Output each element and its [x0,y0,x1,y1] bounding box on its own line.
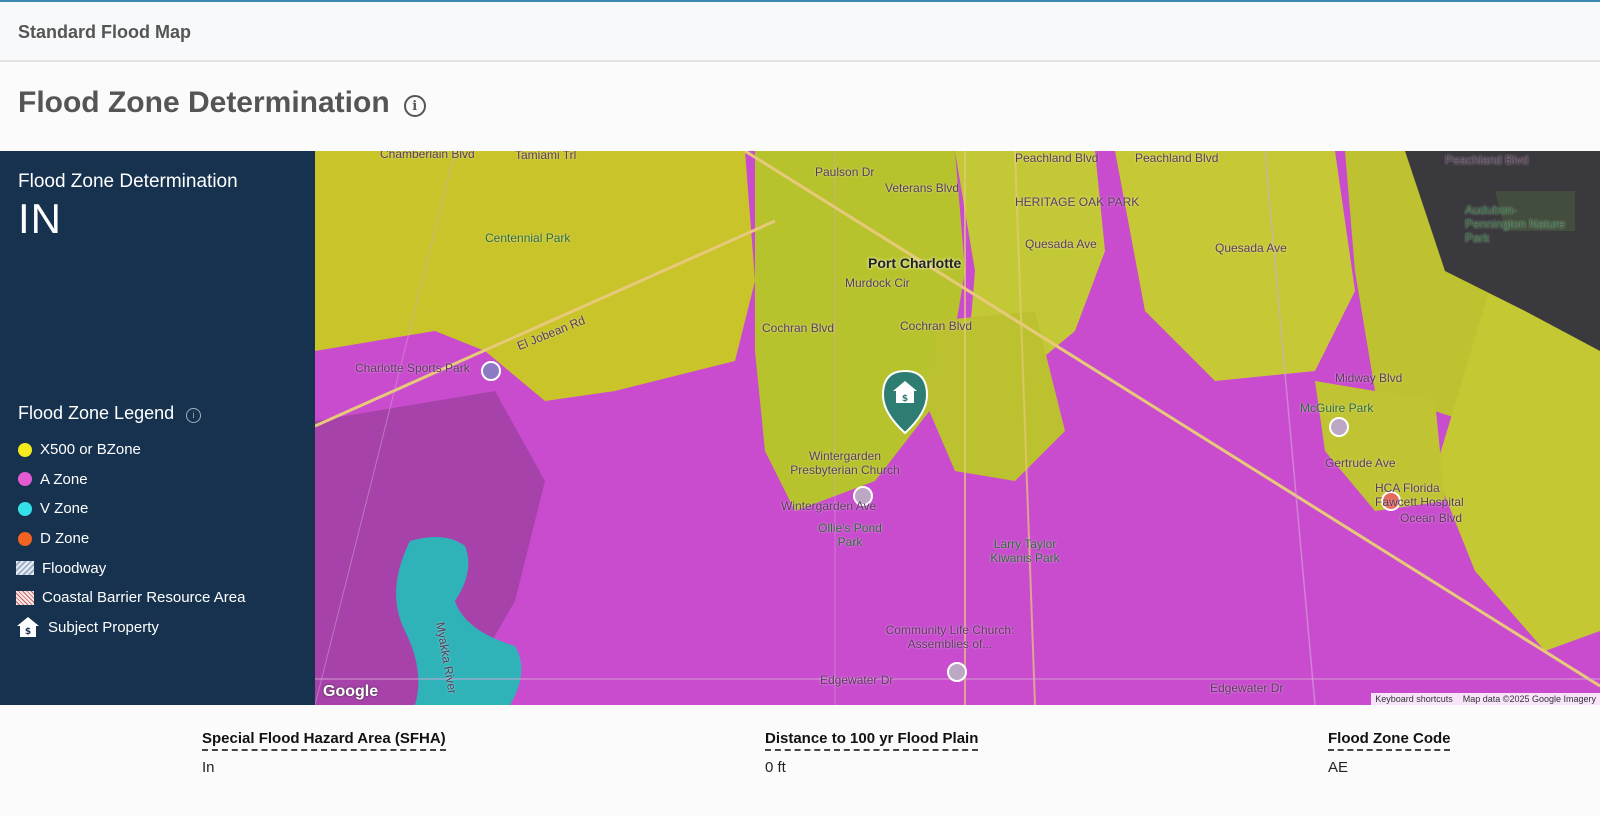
zone-code-label[interactable]: Flood Zone Code [1328,730,1451,751]
map-label: HERITAGE OAK PARK [1015,195,1140,209]
legend-item-v-zone: V Zone [16,494,245,524]
legend-item-d-zone: D Zone [16,524,245,554]
map-label: Charlotte Sports Park [355,361,470,375]
map-label: Peachland Blvd [1015,151,1099,165]
map-label: Wintergarden Presbyterian Church [790,449,900,477]
legend-title: Flood Zone Legend [18,403,175,423]
floodway-hatch-icon [16,561,34,576]
cbra-hatch-icon [16,590,34,605]
flood-map[interactable]: $ Chamberlain Blvd Tamiami Trl Peachland… [315,151,1600,705]
map-label: Edgewater Dr [1210,681,1284,695]
map-label: Centennial Park [485,231,571,245]
map-data-credit[interactable]: Map data ©2025 Google Imagery [1463,694,1596,704]
map-label: Paulson Dr [815,165,875,179]
flood-zone-panel: Flood Zone Determination IN Flood Zone L… [0,151,315,705]
determination-label: Flood Zone Determination [18,171,238,192]
page-title-row: Flood Zone Determination i [18,86,426,120]
map-label: Quesada Ave [1025,237,1097,251]
map-label: Midway Blvd [1335,371,1403,385]
map-label: Cochran Blvd [762,321,835,335]
page-title: Flood Zone Determination [18,86,390,119]
legend-item-x500: X500 or BZone [16,435,245,465]
map-label: Peachland Blvd [1135,151,1219,165]
map-label: Quesada Ave [1215,241,1287,255]
orange-dot-icon [18,531,32,546]
google-logo[interactable]: Google [323,683,378,701]
info-icon[interactable]: i [403,95,426,117]
house-icon: $ [17,617,39,638]
legend-item-cbra: Coastal Barrier Resource Area [16,583,245,613]
legend-item-floodway: Floodway [16,553,245,583]
zone-code-block: Flood Zone Code AE [1328,730,1451,776]
map-label: Community Life Church: Assemblies of... [885,623,1015,651]
yellow-dot-icon [18,442,32,457]
map-label: Ollie's Pond Park [818,521,882,549]
distance-label[interactable]: Distance to 100 yr Flood Plain [765,730,979,751]
map-label: Audubon-Pennington Nature Park [1465,203,1566,245]
legend-list: X500 or BZone A Zone V Zone D Zone Flood… [16,435,245,642]
sfha-label[interactable]: Special Flood Hazard Area (SFHA) [202,730,446,751]
map-attribution: Keyboard shortcuts Map data ©2025 Google… [1371,693,1600,705]
map-label: Ocean Blvd [1400,511,1463,525]
legend-info-icon[interactable]: i [186,407,202,423]
legend-title-row: Flood Zone Legend i [18,403,202,424]
map-label: Tamiami Trl [515,151,577,162]
sfha-value: In [202,759,215,776]
map-label: Murdock Cir [845,276,910,290]
sfha-block: Special Flood Hazard Area (SFHA) In [202,730,446,776]
map-label: McGuire Park [1300,401,1374,415]
distance-value: 0 ft [765,759,786,776]
cyan-dot-icon [18,501,32,516]
map-label: Chamberlain Blvd [380,151,475,161]
map-label: HCA Florida Fawcett Hospital [1375,481,1464,509]
header-bar: Standard Flood Map [0,2,1600,62]
map-label: Edgewater Dr [820,673,894,687]
map-label: Peachland Blvd [1445,153,1529,167]
legend-item-subject-property: $ Subject Property [16,613,245,643]
map-label: Cochran Blvd [900,319,973,333]
distance-block: Distance to 100 yr Flood Plain 0 ft [765,730,979,776]
svg-text:$: $ [902,394,908,404]
map-label: Wintergarden Ave [781,499,877,513]
zone-code-value: AE [1328,759,1349,776]
map-label: Port Charlotte [868,255,962,271]
svg-text:$: $ [25,627,31,637]
header-title[interactable]: Standard Flood Map [18,22,191,43]
map-label: Gertrude Ave [1325,456,1396,470]
pink-dot-icon [18,472,32,487]
map-label: Larry Taylor Kiwanis Park [990,537,1060,565]
map-label: Veterans Blvd [885,181,960,195]
legend-item-a-zone: A Zone [16,465,245,495]
determination-value: IN [18,195,62,242]
keyboard-shortcuts-link[interactable]: Keyboard shortcuts [1375,694,1453,704]
